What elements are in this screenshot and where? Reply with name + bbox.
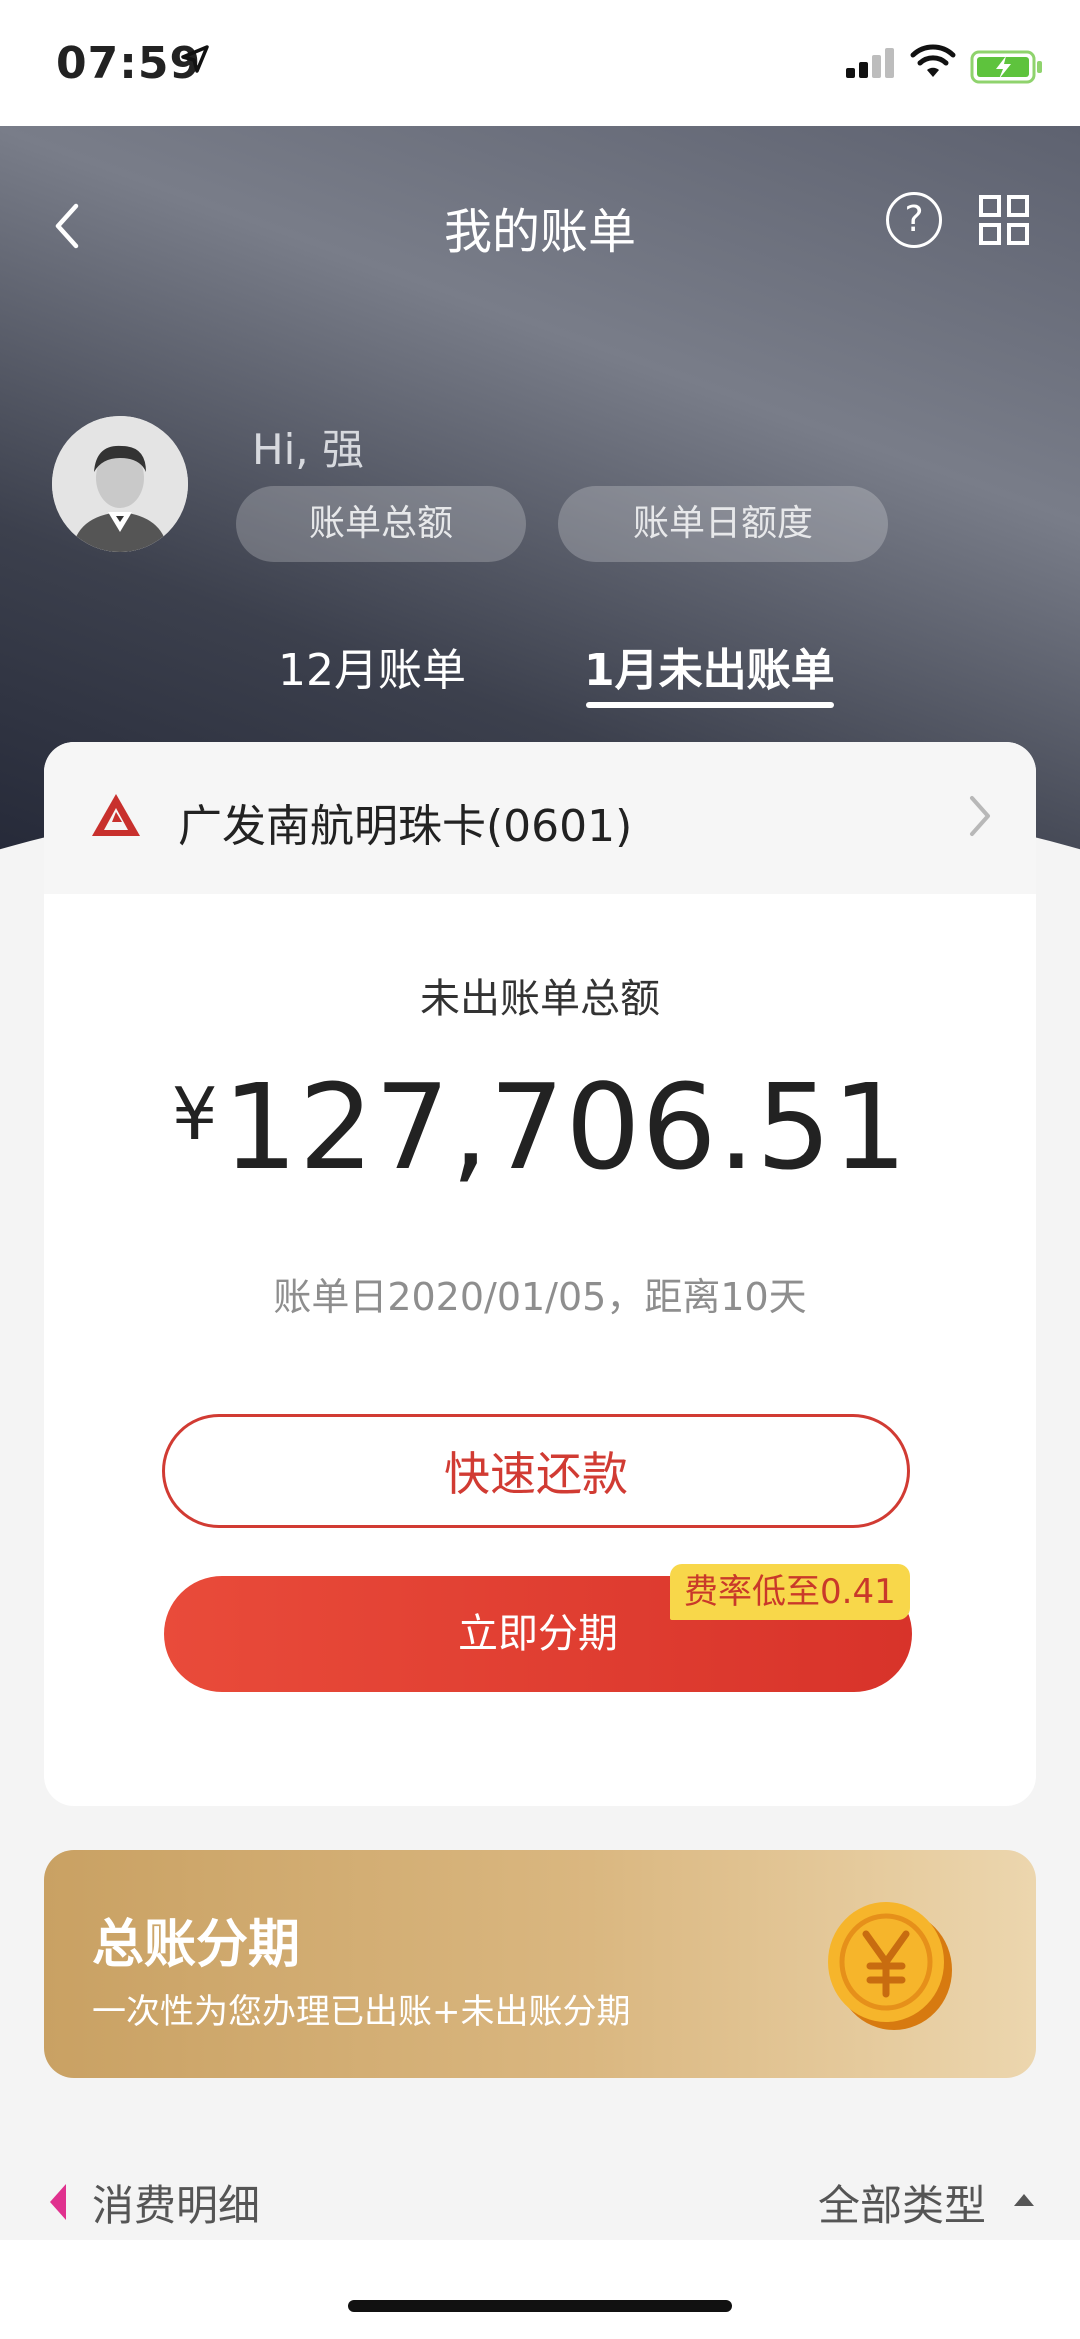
- currency-symbol: ¥: [171, 1072, 218, 1156]
- consumption-details-label: 消费明细: [92, 2181, 261, 2230]
- bill-total-chip[interactable]: 账单总额: [236, 486, 526, 562]
- tab-underline: [586, 702, 834, 708]
- tab-january-unbilled[interactable]: 1月未出账单: [584, 634, 835, 698]
- help-question-icon[interactable]: ?: [886, 192, 942, 248]
- card-selector[interactable]: 广发南航明珠卡(0601): [44, 742, 1036, 894]
- location-arrow-icon: [180, 44, 210, 78]
- bill-day-limit-chip[interactable]: 账单日额度: [558, 486, 888, 562]
- cellular-signal-icon: [846, 46, 898, 84]
- yen-coin-icon: [814, 1890, 964, 2044]
- home-indicator[interactable]: [348, 2300, 732, 2312]
- amount-label: 未出账单总额: [420, 976, 660, 1022]
- amount-display: ¥ 127,706.51: [44, 1058, 1036, 1196]
- banner-title: 总账分期: [92, 1915, 301, 1975]
- caret-up-icon[interactable]: [1012, 2192, 1036, 2212]
- home-bar-area: [0, 2240, 1080, 2339]
- chevron-right-icon[interactable]: [968, 794, 992, 842]
- tab-december-bill[interactable]: 12月账单: [278, 634, 466, 698]
- bill-card: 广发南航明珠卡(0601) 未出账单总额 ¥ 127,706.51 账单日202…: [44, 742, 1036, 1806]
- wifi-icon: [910, 44, 956, 84]
- unbilled-amount: 127,706.51: [222, 1058, 909, 1196]
- battery-charging-icon: [970, 50, 1044, 88]
- quick-repay-button[interactable]: 快速还款: [162, 1414, 910, 1528]
- status-bar: 07:59: [0, 0, 1080, 126]
- installment-banner[interactable]: 总账分期 一次性为您办理已出账+未出账分期: [44, 1850, 1036, 2078]
- card-name: 广发南航明珠卡(0601): [178, 801, 633, 852]
- section-marker-icon: [48, 2182, 68, 2226]
- type-filter[interactable]: 全部类型: [818, 2172, 986, 2233]
- bill-date-info: 账单日2020/01/05，距离10天: [273, 1275, 807, 1319]
- banner-subtitle: 一次性为您办理已出账+未出账分期: [92, 1992, 631, 2032]
- rate-badge: 费率低至0.41: [670, 1564, 910, 1620]
- greeting: Hi, 强: [252, 425, 364, 474]
- grid-menu-icon[interactable]: [978, 194, 1030, 250]
- avatar[interactable]: [52, 416, 188, 552]
- bank-logo-icon: [90, 792, 142, 842]
